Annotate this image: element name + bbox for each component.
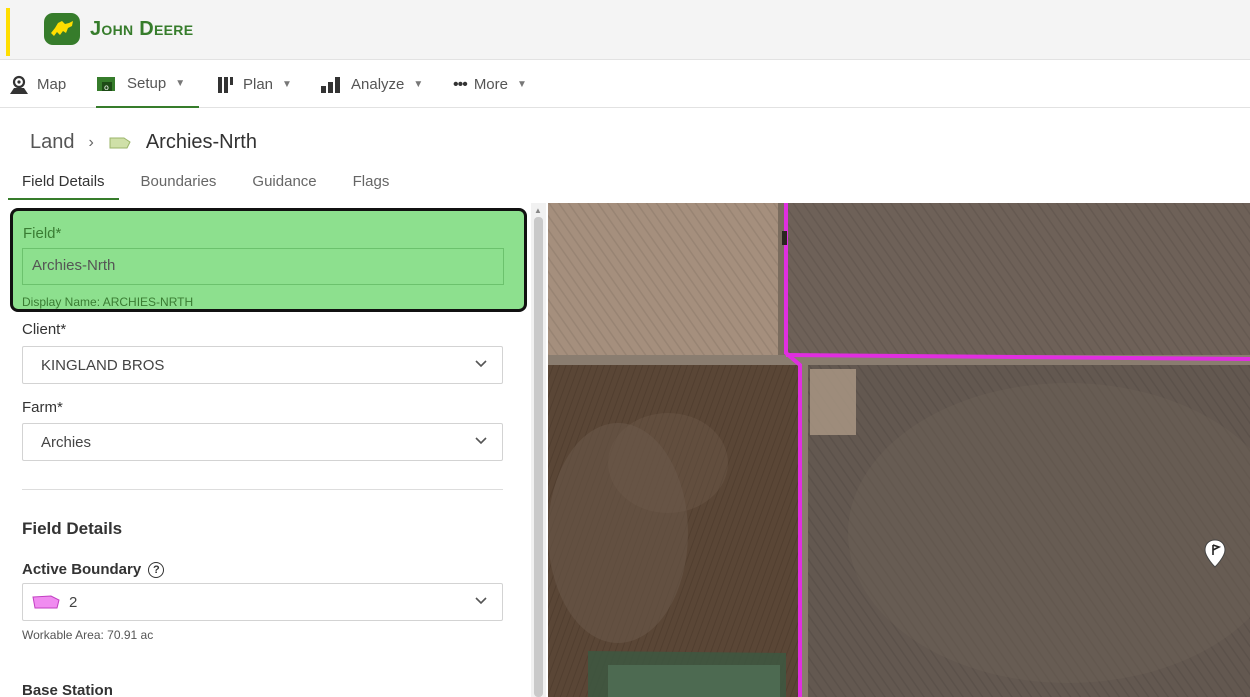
base-station-label: Base Station xyxy=(22,682,113,697)
svg-text:o: o xyxy=(104,83,109,92)
nav-plan[interactable]: Plan ▼ xyxy=(216,61,292,108)
john-deere-logo-icon[interactable] xyxy=(44,13,80,45)
tab-bar: Field Details Boundaries Guidance Flags xyxy=(8,166,411,200)
flag-pin-icon[interactable] xyxy=(1204,539,1226,569)
field-form-panel: Field* Archies-Nrth Display Name: ARCHIE… xyxy=(0,203,548,697)
active-boundary-label: Active Boundary ? xyxy=(22,561,165,579)
chevron-down-icon xyxy=(475,437,487,445)
brand-accent-stripe xyxy=(6,8,10,56)
chevron-down-icon xyxy=(475,597,487,605)
chevron-down-icon: ▼ xyxy=(175,78,186,89)
brand-name[interactable]: John Deere xyxy=(90,18,193,41)
page-title: Archies-Nrth xyxy=(145,131,257,153)
active-boundary-value: 2 xyxy=(69,593,78,611)
farm-select[interactable]: Archies xyxy=(22,423,503,461)
nav-analyze-label: Analyze xyxy=(351,76,405,93)
breadcrumb: Land › Archies-Nrth xyxy=(30,131,257,154)
tab-flags[interactable]: Flags xyxy=(339,166,404,200)
setup-icon: o xyxy=(97,76,115,92)
more-dots-icon: ••• xyxy=(453,75,468,93)
chevron-down-icon: ▼ xyxy=(413,79,424,90)
nav-more[interactable]: ••• More ▼ xyxy=(453,61,527,108)
scroll-up-icon[interactable]: ▲ xyxy=(534,206,542,215)
workable-area-text: Workable Area: 70.91 ac xyxy=(22,628,154,642)
client-label: Client* xyxy=(22,321,67,338)
plan-icon xyxy=(218,76,233,93)
active-boundary-label-text: Active Boundary xyxy=(22,561,142,578)
field-label: Field* xyxy=(23,225,62,242)
nav-setup[interactable]: o Setup ▼ xyxy=(96,61,200,108)
breadcrumb-land[interactable]: Land xyxy=(30,131,75,154)
nav-map[interactable]: Map xyxy=(8,61,66,108)
scrollbar-thumb[interactable] xyxy=(534,217,543,697)
section-title-field-details: Field Details xyxy=(22,519,123,538)
display-name-text: Display Name: ARCHIES-NRTH xyxy=(22,295,194,309)
panel-scrollbar[interactable]: ▲ xyxy=(531,203,546,697)
help-icon[interactable]: ? xyxy=(148,562,165,579)
brand-bar: John Deere xyxy=(0,0,1250,60)
farm-label: Farm* xyxy=(22,399,63,416)
client-select[interactable]: KINGLAND BROS xyxy=(22,346,503,384)
nav-analyze[interactable]: Analyze ▼ xyxy=(320,61,423,108)
map-imagery xyxy=(548,203,1250,697)
nav-more-label: More xyxy=(473,76,508,93)
analyze-icon xyxy=(321,76,340,93)
field-name-input[interactable]: Archies-Nrth xyxy=(22,248,504,285)
field-name-group: Field* Archies-Nrth Display Name: ARCHIE… xyxy=(10,208,527,312)
satellite-map[interactable] xyxy=(548,203,1250,697)
tab-boundaries[interactable]: Boundaries xyxy=(127,166,231,200)
tab-field-details[interactable]: Field Details xyxy=(8,166,119,200)
chevron-down-icon xyxy=(475,360,487,368)
nav-map-label: Map xyxy=(37,76,67,93)
section-divider xyxy=(22,489,503,490)
nav-plan-label: Plan xyxy=(243,76,274,93)
chevron-down-icon: ▼ xyxy=(282,79,292,90)
tab-guidance[interactable]: Guidance xyxy=(238,166,330,200)
nav-setup-label: Setup xyxy=(127,75,167,92)
boundary-shape-icon xyxy=(32,595,60,609)
map-user-icon xyxy=(10,75,28,94)
client-value: KINGLAND BROS xyxy=(41,356,165,374)
chevron-right-icon: › xyxy=(88,133,94,151)
farm-value: Archies xyxy=(41,433,92,451)
main-nav: Map o Setup ▼ Plan ▼ Analyze ▼ ••• More … xyxy=(0,61,1250,108)
field-shape-icon xyxy=(109,137,131,148)
active-boundary-select[interactable]: 2 xyxy=(22,583,503,621)
chevron-down-icon: ▼ xyxy=(517,79,527,90)
